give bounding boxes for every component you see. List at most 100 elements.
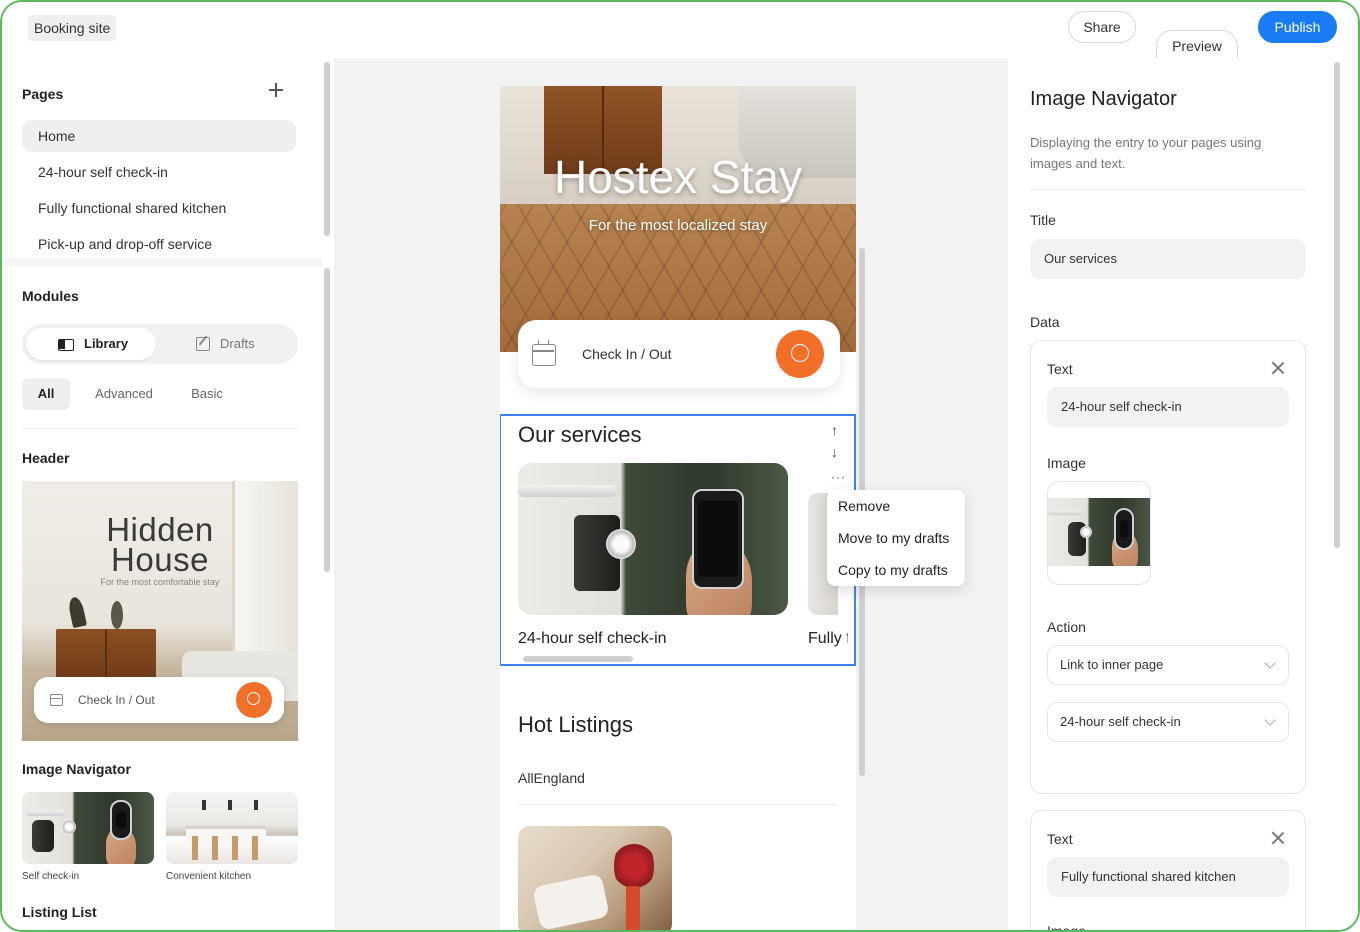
- page-item-self-check-in[interactable]: 24-hour self check-in: [22, 156, 296, 188]
- modules-scrollbar[interactable]: [324, 268, 330, 572]
- tab-library-label: Library: [84, 336, 129, 351]
- inspector-title: Image Navigator: [1030, 88, 1177, 110]
- entry-action-label: Action: [1047, 619, 1086, 635]
- title-input[interactable]: Our services: [1030, 239, 1306, 279]
- page-item-home[interactable]: Home: [22, 120, 296, 152]
- filter-all[interactable]: All: [22, 378, 70, 410]
- services-horizontal-scrollbar[interactable]: [523, 656, 633, 662]
- chevron-down-icon: [1264, 714, 1276, 726]
- modules-tab-switch: Library Drafts: [22, 324, 298, 364]
- listing-image[interactable]: [518, 826, 672, 930]
- plant-decoration: [108, 601, 126, 631]
- top-bar: Booking site Share Preview Publish: [2, 2, 1358, 878]
- pages-scrollbar[interactable]: [324, 62, 330, 236]
- inspector-description: Displaying the entry to your pages using…: [1030, 135, 1262, 171]
- move-down-arrow-icon[interactable]: ↓: [831, 444, 838, 460]
- entry-image-picker[interactable]: [1047, 481, 1151, 585]
- hero-subtitle: For the most localized stay: [588, 217, 768, 234]
- entry-image-label: Image: [1047, 923, 1086, 932]
- entry-text-label: Text: [1047, 831, 1073, 847]
- action-target-select[interactable]: 24-hour self check-in: [1047, 702, 1289, 742]
- entry-text-input[interactable]: 24-hour self check-in: [1047, 387, 1289, 427]
- checkin-bar[interactable]: Check In / Out: [518, 320, 840, 388]
- section-divider: [2, 258, 322, 266]
- page-preview: Hostex Stay For the most localized stay …: [500, 86, 856, 930]
- title-field-label: Title: [1030, 212, 1056, 228]
- tab-library[interactable]: Library: [26, 328, 156, 360]
- action-type-value: Link to inner page: [1060, 657, 1164, 672]
- left-sidebar: Pages Home 24-hour self check-in Fully f…: [2, 58, 330, 930]
- thumb-subtitle: For the most comfortable stay: [100, 577, 220, 587]
- hot-listings-filter[interactable]: AllEngland: [518, 770, 585, 786]
- menu-item-move-to-drafts[interactable]: Move to my drafts: [838, 530, 949, 546]
- menu-item-copy-to-drafts[interactable]: Copy to my drafts: [838, 562, 948, 578]
- calendar-icon: [50, 694, 63, 706]
- page-item-pickup-dropoff[interactable]: Pick-up and drop-off service: [22, 228, 296, 260]
- modules-title: Modules: [22, 288, 79, 304]
- menu-item-remove[interactable]: Remove: [838, 498, 890, 514]
- image-navigator-section-title: Image Navigator: [22, 761, 131, 777]
- library-book-icon: [58, 339, 74, 351]
- data-entry-card: Text Fully functional shared kitchen Ima…: [1030, 810, 1306, 932]
- header-section-title: Header: [22, 450, 70, 466]
- kitchen-image: [166, 792, 298, 864]
- close-icon[interactable]: [1271, 361, 1285, 375]
- module-context-menu: Remove Move to my drafts Copy to my draf…: [827, 490, 965, 586]
- thumb-caption-kitchen: Convenient kitchen: [166, 871, 252, 882]
- hot-listings-divider: [518, 804, 836, 805]
- cabinet-decoration: [56, 629, 156, 681]
- hot-listings-title: Hot Listings: [518, 712, 633, 737]
- page-item-shared-kitchen[interactable]: Fully functional shared kitchen: [22, 192, 296, 224]
- entry-text-input[interactable]: Fully functional shared kitchen: [1047, 857, 1289, 897]
- data-entry-card: Text 24-hour self check-in Image Action …: [1030, 340, 1306, 794]
- service-card-label: 24-hour self check-in: [518, 630, 667, 647]
- thumb-caption-self-check-in: Self check-in: [22, 871, 80, 882]
- hero-title: Hostex Stay: [554, 151, 802, 203]
- site-name[interactable]: Booking site: [28, 15, 117, 41]
- thumb-checkin-bar: Check In / Out: [34, 677, 284, 723]
- app-window: Booking site Share Preview Publish Pages…: [0, 0, 1360, 932]
- drafts-edit-icon: [196, 337, 210, 351]
- inspector-panel: Image Navigator Displaying the entry to …: [1008, 58, 1358, 932]
- our-services-module-selected[interactable]: Our services ↑ ↓ ··· 24-hour self check-…: [500, 414, 856, 666]
- entry-text-label: Text: [1047, 361, 1073, 377]
- image-navigator-thumb-kitchen[interactable]: [166, 792, 298, 864]
- vase-decoration: [626, 886, 640, 930]
- entry-image-label: Image: [1047, 455, 1086, 471]
- data-section-label: Data: [1030, 314, 1060, 330]
- listing-list-title: Listing List: [22, 904, 97, 920]
- close-icon[interactable]: [1271, 831, 1285, 845]
- smart-lock-image: [22, 792, 154, 864]
- search-button[interactable]: [776, 330, 824, 378]
- checkin-label: Check In / Out: [582, 346, 672, 362]
- service-card-image[interactable]: [518, 463, 788, 615]
- add-page-plus-icon[interactable]: [268, 82, 284, 98]
- thumb-title-line2: House: [111, 541, 209, 578]
- smart-lock-image: [518, 463, 788, 615]
- inspector-scrollbar[interactable]: [1334, 62, 1340, 548]
- publish-button[interactable]: Publish: [1258, 11, 1337, 43]
- smart-lock-image: [1048, 498, 1150, 566]
- tab-drafts[interactable]: Drafts: [190, 328, 280, 360]
- share-button[interactable]: Share: [1068, 11, 1136, 43]
- plant-decoration: [66, 597, 88, 631]
- tab-drafts-label: Drafts: [220, 336, 255, 351]
- search-icon: [791, 344, 809, 362]
- header-module-thumbnail[interactable]: Hidden House For the most comfortable st…: [22, 481, 298, 741]
- services-title: Our services: [518, 422, 642, 447]
- service-card-label-partial: Fully functional shared kitchen: [808, 630, 848, 647]
- filter-basic[interactable]: Basic: [182, 378, 232, 410]
- search-icon: [236, 682, 272, 718]
- pages-title: Pages: [22, 86, 64, 102]
- chevron-down-icon: [1264, 657, 1276, 669]
- hero-banner[interactable]: Hostex Stay For the most localized stay: [500, 86, 856, 352]
- more-options-icon[interactable]: ···: [831, 470, 846, 484]
- move-up-arrow-icon[interactable]: ↑: [831, 422, 838, 438]
- action-target-value: 24-hour self check-in: [1060, 714, 1181, 729]
- filter-advanced[interactable]: Advanced: [86, 378, 162, 410]
- inspector-divider: [1030, 189, 1306, 190]
- calendar-icon: [532, 340, 556, 366]
- image-navigator-thumb-self-check-in[interactable]: [22, 792, 154, 864]
- action-type-select[interactable]: Link to inner page: [1047, 645, 1289, 685]
- thumb-checkin-label: Check In / Out: [78, 693, 155, 707]
